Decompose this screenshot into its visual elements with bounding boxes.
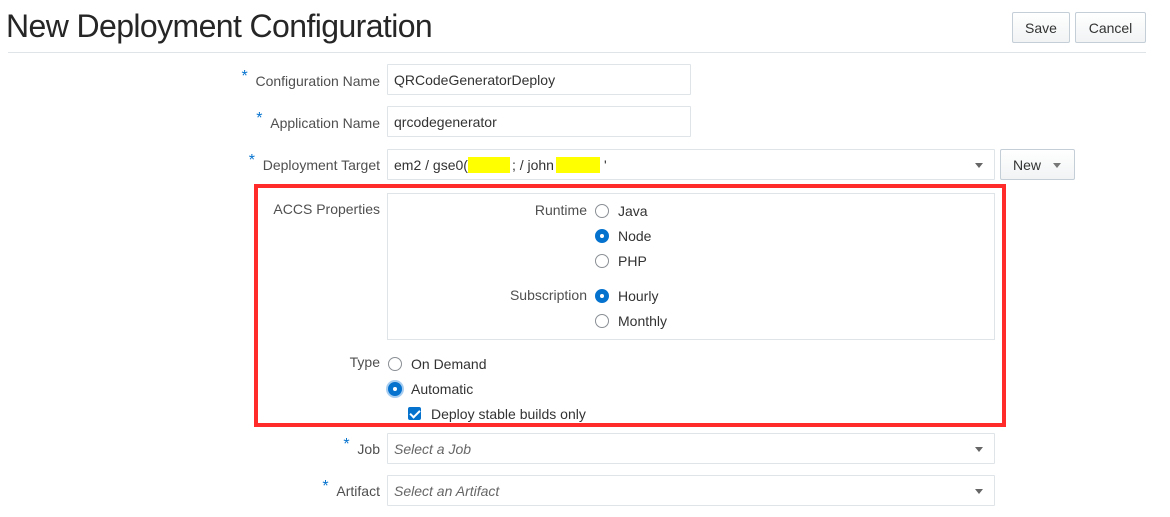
subscription-monthly-label[interactable]: Monthly (618, 313, 667, 329)
deployment-target-value-part1: em2 / gse0( (394, 156, 468, 173)
new-target-button[interactable]: New (1000, 149, 1075, 180)
artifact-label: * Artifact (322, 478, 380, 499)
type-automatic-label[interactable]: Automatic (411, 381, 473, 397)
accs-properties-panel (387, 193, 995, 340)
cancel-button[interactable]: Cancel (1075, 12, 1146, 43)
type-label: Type (349, 354, 380, 370)
required-marker: * (256, 110, 263, 127)
runtime-php-label[interactable]: PHP (618, 253, 647, 269)
required-marker: * (322, 478, 329, 495)
configuration-name-label: * Configuration Name (241, 68, 380, 89)
type-on-demand-radio[interactable] (388, 357, 402, 371)
artifact-label-text: Artifact (336, 483, 380, 499)
deployment-target-select[interactable]: em2 / gse0( ; / john ' (387, 149, 995, 180)
header-divider (8, 52, 1146, 53)
required-marker: * (248, 152, 255, 169)
runtime-node-label[interactable]: Node (618, 228, 651, 244)
subscription-label: Subscription (509, 287, 587, 303)
type-on-demand-label[interactable]: On Demand (411, 356, 486, 372)
deployment-target-label: * Deployment Target (249, 152, 380, 173)
runtime-java-radio[interactable] (595, 204, 609, 218)
application-name-label-text: Application Name (270, 115, 380, 131)
runtime-label: Runtime (534, 202, 587, 218)
configuration-name-input[interactable]: QRCodeGeneratorDeploy (387, 64, 691, 95)
application-name-label: * Application Name (256, 110, 380, 131)
chevron-down-icon[interactable] (975, 163, 983, 168)
subscription-hourly-label[interactable]: Hourly (618, 288, 658, 304)
redacted-block (467, 156, 510, 173)
deployment-target-value-part2: ; / john (511, 156, 554, 173)
chevron-down-icon[interactable] (975, 489, 983, 494)
runtime-node-radio[interactable] (595, 229, 609, 243)
job-label: * Job (343, 436, 380, 457)
required-marker: * (343, 436, 350, 453)
configuration-name-label-text: Configuration Name (255, 73, 380, 89)
job-placeholder: Select a Job (394, 440, 472, 457)
redacted-block (555, 156, 600, 173)
artifact-placeholder: Select an Artifact (394, 482, 500, 499)
job-label-text: Job (357, 441, 380, 457)
chevron-down-icon[interactable] (975, 447, 983, 452)
chevron-down-icon (1053, 163, 1061, 168)
accs-properties-label: ACCS Properties (273, 201, 380, 217)
configuration-name-value: QRCodeGeneratorDeploy (394, 71, 556, 88)
deployment-target-value-part3: ' (603, 156, 607, 173)
artifact-select[interactable]: Select an Artifact (387, 475, 995, 506)
deploy-stable-label[interactable]: Deploy stable builds only (431, 406, 586, 422)
save-button[interactable]: Save (1012, 12, 1070, 43)
runtime-java-label[interactable]: Java (618, 203, 648, 219)
subscription-hourly-radio[interactable] (595, 289, 609, 303)
page-title: New Deployment Configuration (6, 8, 433, 44)
application-name-value: qrcodegenerator (394, 113, 497, 130)
subscription-monthly-radio[interactable] (595, 314, 609, 328)
deploy-stable-checkbox[interactable] (408, 407, 421, 420)
deployment-target-label-text: Deployment Target (262, 157, 380, 173)
application-name-input[interactable]: qrcodegenerator (387, 106, 691, 137)
job-select[interactable]: Select a Job (387, 433, 995, 464)
runtime-php-radio[interactable] (595, 254, 609, 268)
new-target-button-label: New (1013, 156, 1042, 173)
required-marker: * (241, 68, 248, 85)
type-automatic-radio[interactable] (388, 382, 402, 396)
